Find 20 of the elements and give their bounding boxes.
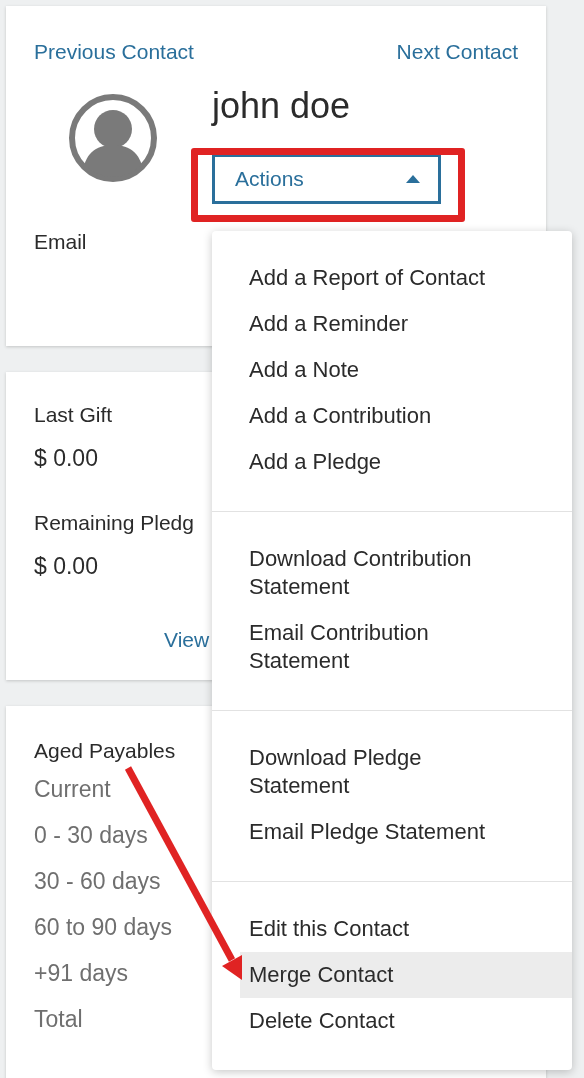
next-contact-link[interactable]: Next Contact (396, 36, 518, 68)
field-value: $ 0.00 (34, 552, 98, 580)
email-label: Email (34, 228, 88, 255)
actions-dropdown-button[interactable]: Actions (212, 153, 441, 204)
avatar-icon (68, 92, 158, 183)
aging-bucket-label: 30 - 60 days (34, 867, 161, 896)
menu-item[interactable]: Merge Contact (240, 952, 572, 998)
field-label: Remaining Pledg (34, 510, 194, 536)
aging-bucket-label: +91 days (34, 959, 128, 988)
aged-payables-title: Aged Payables (34, 738, 176, 764)
field-label: Last Gift (34, 402, 113, 428)
aging-bucket-label: 60 to 90 days (34, 913, 173, 942)
field-value: $ 0.00 (34, 444, 98, 472)
view-link[interactable]: View (164, 624, 210, 656)
caret-up-icon (406, 174, 420, 183)
aging-bucket-label: Total (34, 1005, 83, 1034)
contact-name: john doe (212, 83, 352, 128)
aging-bucket-label: 0 - 30 days (34, 821, 148, 850)
aging-bucket-label: Current (34, 775, 111, 804)
previous-contact-link[interactable]: Previous Contact (34, 36, 194, 68)
